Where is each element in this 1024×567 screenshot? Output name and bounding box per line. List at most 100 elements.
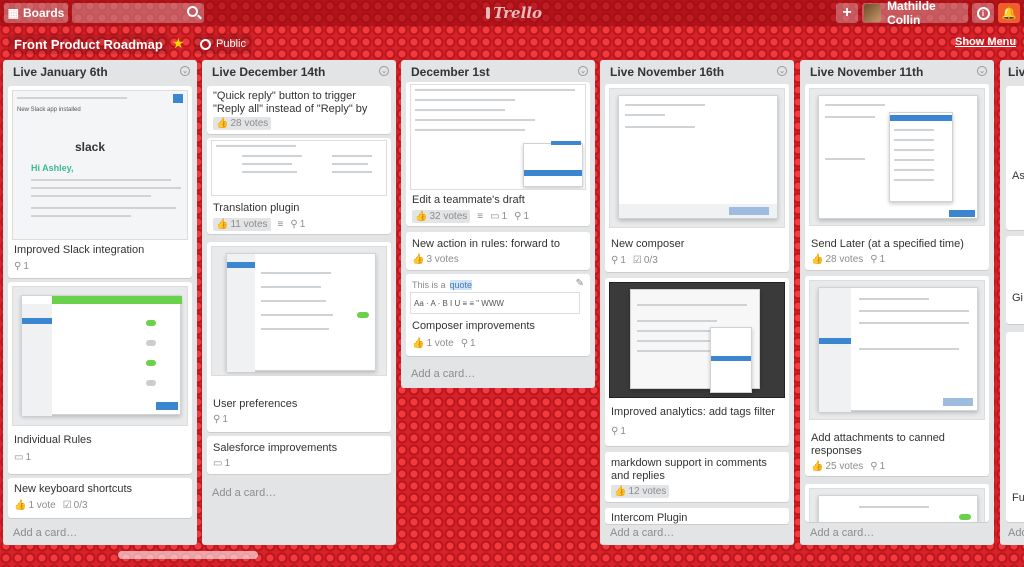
list-title[interactable]: Live January 6th xyxy=(13,65,108,79)
badge-count: 32 votes xyxy=(429,211,468,222)
list-menu-icon[interactable]: ⌄ xyxy=(578,66,588,76)
add-card-link[interactable]: Add a card… xyxy=(810,527,874,539)
description-icon: ≡ xyxy=(477,211,484,222)
paperclip-icon: ⚲ xyxy=(870,254,878,265)
card[interactable]: New composer ⚲ 1 ☑ 0/3 xyxy=(605,84,789,272)
description-badge: ≡ xyxy=(477,211,483,222)
list: Live January 6th ⌄ New Slack app install… xyxy=(3,60,197,545)
card[interactable]: Translation plugin 👍 11 votes ≡ ⚲ 1 xyxy=(207,138,391,234)
card[interactable]: As xyxy=(1006,86,1024,230)
thumbs-up-icon: 👍 xyxy=(14,500,27,511)
attachment-badge: ⚲ 1 xyxy=(870,254,885,265)
description-badge: ≡ xyxy=(278,219,284,230)
list: Live November 11th ⌄ Send Later (at a sp… xyxy=(800,60,994,545)
visibility-button[interactable]: Public xyxy=(194,34,252,54)
card-title: Add attachments to canned responses xyxy=(811,432,945,457)
checklist-icon: ☑ xyxy=(632,255,642,266)
edit-pencil-icon[interactable]: ✎ xyxy=(576,278,584,289)
list-title[interactable]: December 1st xyxy=(411,65,490,79)
card[interactable]: markdown support in comments and replies… xyxy=(605,452,789,502)
card-title: New keyboard shortcuts xyxy=(14,483,132,495)
list-menu-icon[interactable]: ⌄ xyxy=(379,66,389,76)
list-header[interactable]: Live xyxy=(1000,60,1024,84)
attachment-badge: ⚲ 1 xyxy=(14,261,29,272)
card-cover-image xyxy=(609,88,785,228)
attachment-badge: ⚲ 1 xyxy=(290,219,305,230)
list-header[interactable]: Live November 11th ⌄ xyxy=(800,60,994,84)
list-menu-icon[interactable]: ⌄ xyxy=(977,66,987,76)
list-title[interactable]: Live November 16th xyxy=(610,65,724,79)
star-icon[interactable]: ★ xyxy=(172,35,185,52)
vote-badge: 👍 28 votes xyxy=(811,254,863,265)
card[interactable]: New Slack app installed slack Hi Ashley,… xyxy=(8,86,192,278)
trello-logo[interactable]: Trello xyxy=(486,3,542,23)
list-menu-icon[interactable]: ⌄ xyxy=(180,66,190,76)
bell-icon: 🔔 xyxy=(1001,6,1017,20)
card-badges: 👍 1 vote ☑ 0/3 xyxy=(14,500,88,511)
editor-text: This is a xyxy=(412,280,446,290)
comment-icon: ▭ xyxy=(14,452,24,463)
boards-button[interactable]: ▦ Boards xyxy=(4,3,68,23)
card-badges: ⚲ 1 ☑ 0/3 xyxy=(611,255,658,266)
list: December 1st ⌄ Edit a teammate's draft 👍… xyxy=(401,60,595,388)
info-button[interactable]: i xyxy=(972,3,994,23)
card[interactable]: Individual Rules ▭ 1 xyxy=(8,282,192,474)
card[interactable]: Salesforce improvements ▭ 1 xyxy=(207,436,391,474)
card[interactable]: Edit a teammate's draft 👍 32 votes ≡ ▭ 1 ⚲… xyxy=(406,82,590,226)
card[interactable]: Send Later (at a specified time) 👍 28 vot… xyxy=(805,84,989,270)
list-header[interactable]: Live January 6th ⌄ xyxy=(3,60,197,84)
card[interactable]: Add attachments to canned responses 👍 25 … xyxy=(805,276,989,476)
vote-badge: 👍 32 votes xyxy=(412,210,471,223)
add-card-link[interactable]: Add a card… xyxy=(212,487,276,499)
visibility-label: Public xyxy=(216,38,246,50)
top-bar: ▦ Boards Trello + Mathilde Collin i 🔔 xyxy=(0,0,1024,27)
add-card-link[interactable]: Add xyxy=(1008,527,1024,539)
notifications-button[interactable]: 🔔 xyxy=(998,3,1020,23)
attachment-badge: ⚲ 1 xyxy=(461,338,476,349)
list-header[interactable]: Live December 14th ⌄ xyxy=(202,60,396,84)
attachment-badge: ⚲ 1 xyxy=(213,414,228,425)
card-title: Edit a teammate's draft xyxy=(412,194,525,206)
card[interactable]: New keyboard shortcuts 👍 1 vote ☑ 0/3 xyxy=(8,478,192,518)
add-card-link[interactable]: Add a card… xyxy=(610,527,674,539)
card[interactable]: "Quick reply" button to trigger "Reply a… xyxy=(207,86,391,134)
card[interactable]: Gi xyxy=(1006,236,1024,324)
card-cover-image xyxy=(211,140,387,196)
card[interactable]: User preferences ⚲ 1 xyxy=(207,242,391,432)
info-icon: i xyxy=(976,6,990,20)
add-card-link[interactable]: Add a card… xyxy=(13,527,77,539)
search-input[interactable] xyxy=(72,3,204,23)
badge-count: 28 votes xyxy=(230,118,269,129)
trello-logo-text: Trello xyxy=(493,4,542,22)
card[interactable]: New action in rules: forward to 👍 3 votes xyxy=(406,232,590,270)
add-card-link[interactable]: Add a card… xyxy=(411,368,475,380)
badge-count: 0/3 xyxy=(643,255,658,266)
list-title[interactable]: Live xyxy=(1008,65,1024,79)
card[interactable]: This is a quote ✎ Aa · A · B I U ≡ ≡ " W… xyxy=(406,274,590,356)
board-title[interactable]: Front Product Roadmap xyxy=(8,34,169,54)
list-menu-icon[interactable]: ⌄ xyxy=(777,66,787,76)
attachment-badge: ⚲ 1 xyxy=(611,255,626,266)
badge-count: 12 votes xyxy=(628,486,667,497)
list: Live November 16th ⌄ New composer ⚲ 1 ☑ 0/… xyxy=(600,60,794,545)
card-title: New action in rules: forward to xyxy=(412,238,560,250)
card[interactable]: Intercom Plugin xyxy=(605,508,789,524)
list-title[interactable]: Live November 11th xyxy=(810,65,923,79)
list-header[interactable]: Live November 16th ⌄ xyxy=(600,60,794,84)
list-header[interactable]: December 1st ⌄ xyxy=(401,60,595,84)
thumbs-up-icon: 👍 xyxy=(412,254,425,265)
card-title: Individual Rules xyxy=(14,434,92,446)
card[interactable] xyxy=(805,484,989,522)
badge-count: 1 xyxy=(620,426,626,437)
show-menu-link[interactable]: Show Menu xyxy=(955,36,1016,48)
member-menu-button[interactable]: Mathilde Collin xyxy=(862,0,968,27)
badge-count: 11 votes xyxy=(230,219,268,230)
card[interactable]: Improved analytics: add tags filter ⚲ 1 xyxy=(605,278,789,446)
add-button[interactable]: + xyxy=(836,3,858,23)
card-title: User preferences xyxy=(213,398,298,410)
search-icon[interactable] xyxy=(187,6,198,17)
card[interactable]: Fu xyxy=(1006,332,1024,522)
thumbs-up-icon: 👍 xyxy=(811,461,824,472)
list-title[interactable]: Live December 14th xyxy=(212,65,325,79)
horizontal-scrollbar[interactable] xyxy=(118,551,258,559)
